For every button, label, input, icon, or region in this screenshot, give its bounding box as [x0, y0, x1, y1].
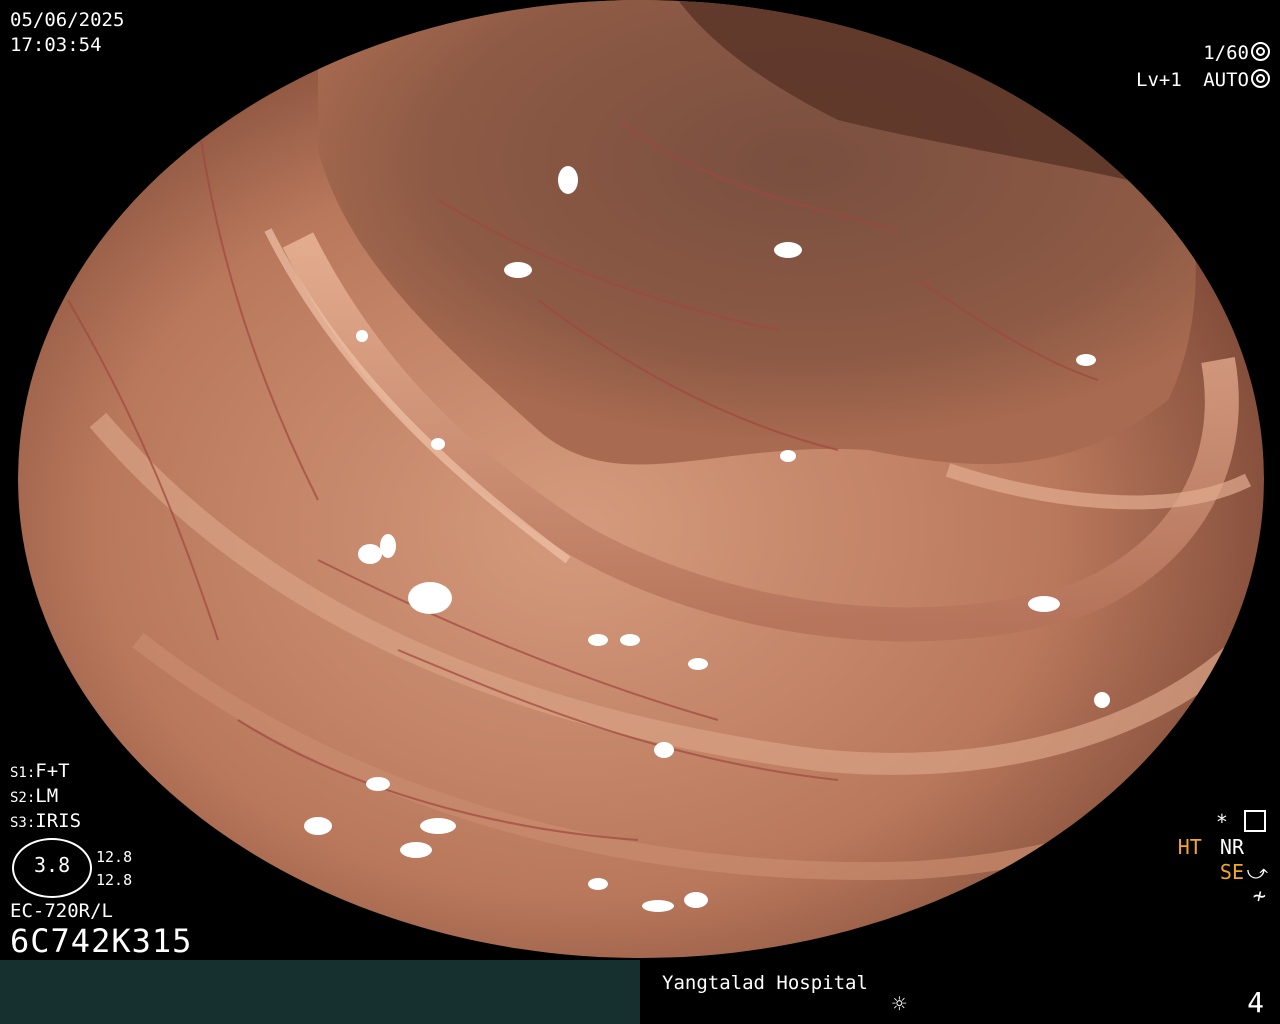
neq-indicator: ≁ — [1252, 884, 1266, 909]
zoom-upper-value: 12.8 — [96, 848, 133, 866]
ht-label: HT — [1177, 835, 1202, 859]
setting-s1: S1:F+T — [10, 760, 70, 782]
ht-nr-indicator: HT NR — [1178, 835, 1244, 859]
curve-icon: ⤻ — [1246, 860, 1268, 884]
mode-value: AUTO — [1203, 69, 1249, 91]
aperture-icon — [1251, 42, 1270, 61]
auto-exposure-icon — [1251, 69, 1270, 88]
setting-s3-key: S3: — [10, 815, 36, 831]
setting-s3: S3:IRIS — [10, 810, 81, 832]
endoscopic-image — [18, 0, 1264, 958]
date-readout: 05/06/2025 — [10, 9, 125, 31]
shutter-value: 1/60 — [1203, 42, 1249, 64]
star-mark: * — [1215, 810, 1228, 834]
brightness-icon: ☼ — [892, 990, 907, 1018]
time-readout: 17:03:54 — [10, 34, 102, 56]
zoom-value: 3.8 — [34, 853, 71, 877]
shutter-readout: 1/60 — [1203, 42, 1270, 64]
colon-mucosa-view — [18, 0, 1264, 958]
scope-serial: 6C742K315 — [10, 922, 193, 960]
setting-s2-key: S2: — [10, 790, 36, 806]
se-indicator: SE — [1220, 860, 1244, 884]
setting-s3-value: IRIS — [35, 810, 82, 832]
se-label: SE — [1219, 860, 1244, 884]
nr-label: NR — [1219, 835, 1244, 859]
level-value: Lv+1 — [1136, 69, 1182, 91]
setting-s2-value: LM — [35, 785, 59, 807]
exposure-readout: Lv+1 AUTO — [1136, 69, 1270, 91]
star-indicator: * — [1216, 810, 1266, 834]
hospital-name: Yangtalad Hospital — [662, 972, 868, 994]
setting-s1-value: F+T — [35, 760, 70, 782]
zoom-lower-value: 12.8 — [96, 871, 133, 889]
setting-s2: S2:LM — [10, 785, 58, 807]
scope-model: EC-720R/L — [10, 900, 113, 922]
info-bar-left — [0, 960, 640, 1024]
setting-s1-key: S1: — [10, 765, 36, 781]
image-number: 4 — [1247, 986, 1264, 1019]
settings-panel-icon — [1244, 810, 1266, 832]
